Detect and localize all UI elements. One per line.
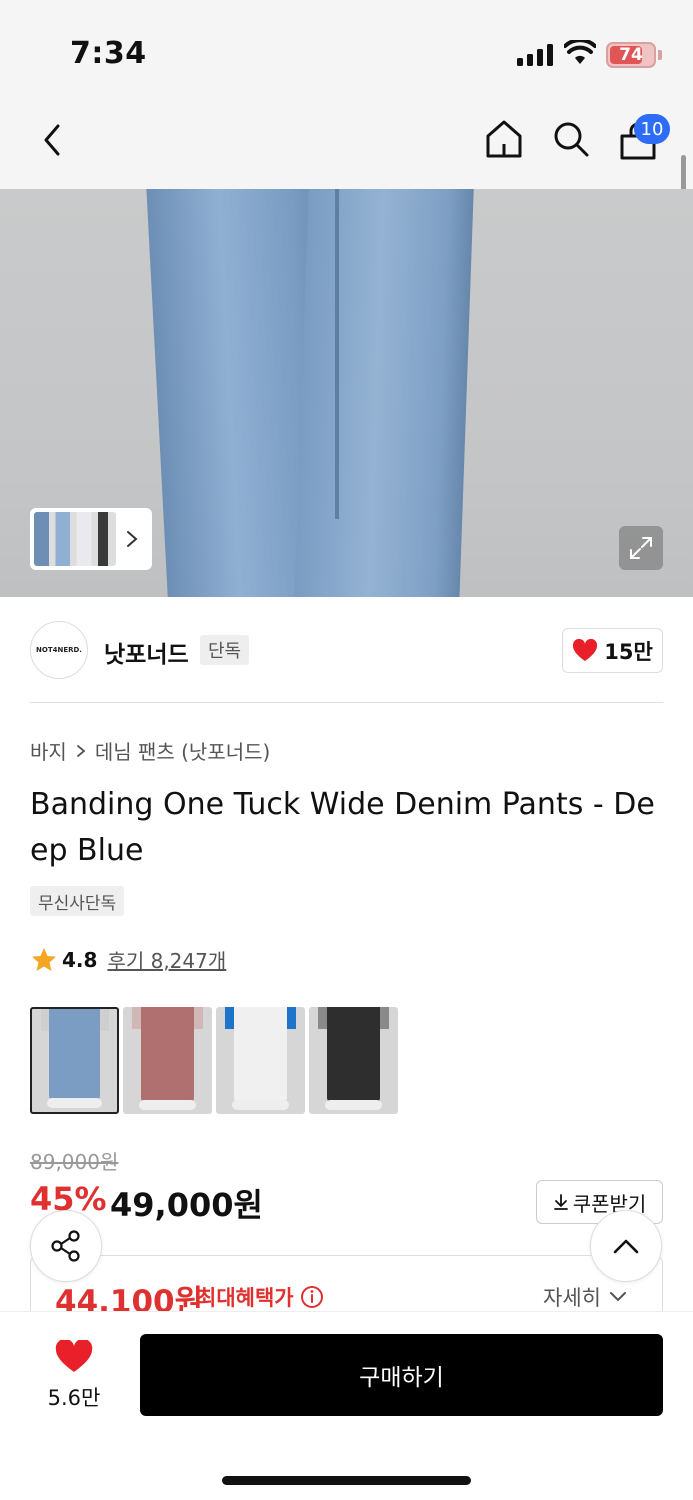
product-title: Banding One Tuck Wide Denim Pants - Deep… <box>30 787 655 868</box>
wishlist-count: 5.6만 <box>47 1386 101 1410</box>
scroll-to-top-button[interactable] <box>590 1210 662 1282</box>
brand-like-count: 15만 <box>604 639 653 664</box>
jeans-right-leg <box>290 189 475 597</box>
brand-like-button[interactable]: 15만 <box>562 628 663 673</box>
max-benefit-label: 최대혜택가 <box>197 1286 294 1310</box>
variant-pants <box>140 1007 195 1102</box>
battery-level: 74 <box>619 45 643 65</box>
wishlist-button[interactable]: 5.6만 <box>38 1340 110 1412</box>
brand-logo[interactable]: NOT4NERD. <box>30 621 88 679</box>
battery-icon: 74 <box>606 42 656 68</box>
back-arrow-icon[interactable] <box>38 122 68 158</box>
hero-thumbnail-strip[interactable] <box>30 508 152 570</box>
rating-row: 4.8 후기 8,247개 <box>30 945 226 974</box>
variant-pants <box>326 1007 381 1102</box>
brand-name[interactable]: 낫포너드 <box>104 635 189 669</box>
cellular-signal-icon <box>517 44 553 66</box>
cart-count-badge: 10 <box>634 114 670 144</box>
breadcrumb: 바지 데님 팬츠 (낫포너드) <box>30 736 270 765</box>
brand-row: NOT4NERD. 낫포너드 단독 15만 <box>0 597 693 703</box>
share-icon <box>51 1230 80 1262</box>
review-count-link[interactable]: 후기 8,247개 <box>107 945 226 974</box>
variant-pants <box>233 1007 288 1102</box>
heart-icon <box>55 1340 93 1372</box>
variant-shoes <box>47 1098 102 1108</box>
expand-image-button[interactable] <box>619 526 663 570</box>
share-button[interactable] <box>30 1210 102 1282</box>
chevron-up-icon <box>613 1239 639 1254</box>
buy-button[interactable]: 구매하기 <box>140 1334 663 1416</box>
battery-tip <box>658 50 662 60</box>
product-hero-image[interactable] <box>0 189 693 597</box>
bottom-purchase-bar: 5.6만 구매하기 <box>0 1311 693 1500</box>
exclusive-tag: 단독 <box>200 635 250 665</box>
chevron-down-icon <box>609 1292 626 1302</box>
divider <box>30 702 663 703</box>
variant-shoes <box>325 1100 382 1110</box>
breadcrumb-category[interactable]: 바지 <box>30 736 67 765</box>
hero-thumbnail-preview <box>34 512 116 566</box>
max-benefit-label-row: 최대혜택가 <box>197 1282 324 1312</box>
star-icon <box>32 947 56 971</box>
download-icon <box>553 1194 568 1210</box>
sale-price: 49,000원 <box>110 1186 263 1224</box>
jeans-crease <box>335 189 339 519</box>
color-variant-list <box>30 1007 398 1114</box>
variant-thumbnail-pink[interactable] <box>123 1007 212 1114</box>
detail-toggle[interactable]: 자세히 <box>543 1282 627 1312</box>
info-icon[interactable] <box>300 1285 324 1309</box>
variant-thumbnail-white[interactable] <box>216 1007 305 1114</box>
wifi-icon <box>564 40 596 64</box>
musinsa-exclusive-tag: 무신사단독 <box>30 886 125 916</box>
breadcrumb-subcategory[interactable]: 데님 팬츠 (낫포너드) <box>95 736 271 765</box>
top-nav-bar: 10 <box>0 96 693 189</box>
search-icon[interactable] <box>552 120 590 158</box>
status-bar: 7:34 74 <box>0 0 693 96</box>
detail-label: 자세히 <box>543 1286 601 1310</box>
variant-thumbnail-black[interactable] <box>309 1007 398 1114</box>
variant-shoes <box>232 1100 289 1110</box>
variant-shoes <box>139 1100 196 1110</box>
rating-score: 4.8 <box>62 947 98 972</box>
home-indicator[interactable] <box>222 1476 471 1485</box>
expand-icon <box>630 537 652 559</box>
variant-pants <box>49 1009 100 1100</box>
chevron-right-icon <box>127 531 138 547</box>
variant-thumbnail-deep-blue[interactable] <box>30 1007 119 1114</box>
heart-icon <box>573 638 598 661</box>
status-time: 7:34 <box>70 36 147 71</box>
chevron-right-icon <box>76 744 86 757</box>
original-price: 89,000원 <box>30 1150 119 1174</box>
home-icon[interactable] <box>484 118 524 160</box>
